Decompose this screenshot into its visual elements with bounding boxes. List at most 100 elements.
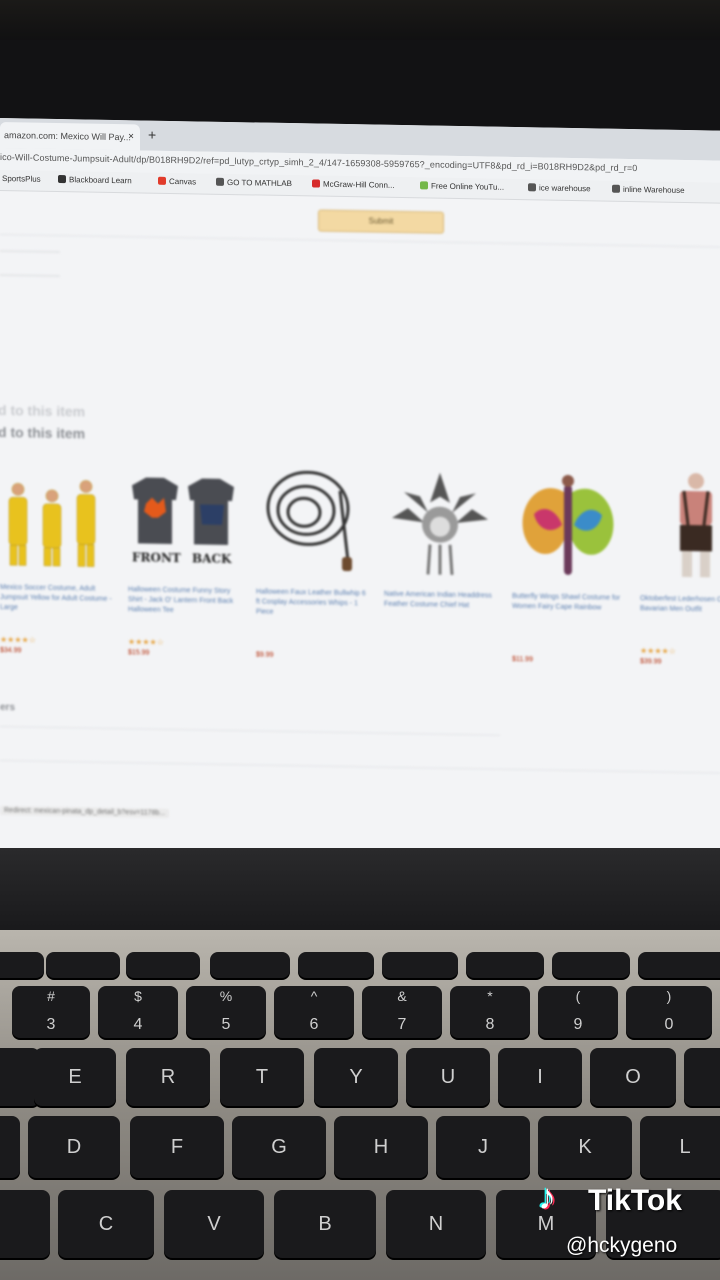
function-key bbox=[0, 952, 44, 978]
product-title[interactable]: Butterfly Wings Shawl Costume for Women … bbox=[512, 592, 624, 614]
key-5: % 5 bbox=[186, 986, 266, 1038]
function-key bbox=[552, 952, 630, 978]
rating-stars: ★★★★☆ bbox=[640, 646, 676, 656]
creator-handle: @hckygeno bbox=[566, 1234, 678, 1257]
divider bbox=[0, 760, 720, 774]
svg-text:BACK: BACK bbox=[192, 551, 232, 566]
key-u: U bbox=[406, 1048, 490, 1106]
key-f: F bbox=[130, 1116, 224, 1178]
function-key bbox=[210, 952, 290, 978]
key-b: B bbox=[274, 1190, 376, 1258]
key-n: N bbox=[386, 1190, 486, 1258]
product-title[interactable]: Halloween Costume Funny Story Shirt - Ja… bbox=[128, 585, 240, 617]
bookmark-mcgraw-hill[interactable]: McGraw-Hill Conn... bbox=[312, 179, 395, 190]
product-title[interactable]: Halloween Faux Leather Bullwhip 6 ft Cos… bbox=[256, 587, 368, 619]
ice-warehouse-icon bbox=[528, 183, 536, 192]
product-title[interactable]: Mexico Soccer Costume, Adult Jumpsuit Ye… bbox=[0, 583, 112, 615]
product-card[interactable]: Oktoberfest Lederhosen Costume Bavarian … bbox=[640, 466, 720, 703]
key-9: (9 bbox=[538, 986, 618, 1038]
rating-stars: ★★★★☆ bbox=[128, 637, 164, 647]
bookmark-ice-warehouse[interactable]: ice warehouse bbox=[528, 183, 591, 193]
key-h: H bbox=[334, 1116, 428, 1178]
section-heading-faint: d to this item bbox=[0, 401, 86, 420]
submit-button[interactable]: Submit bbox=[318, 209, 444, 234]
product-card[interactable]: Mexico Soccer Costume, Adult Jumpsuit Ye… bbox=[0, 455, 112, 692]
key-c: C bbox=[58, 1190, 154, 1258]
youtube-icon bbox=[420, 181, 428, 190]
key-7: & 7 bbox=[362, 986, 442, 1038]
product-price: $34.99 bbox=[0, 647, 22, 655]
key-j: J bbox=[436, 1116, 530, 1178]
blackboard-icon bbox=[58, 175, 66, 184]
key-6: ^ 6 bbox=[274, 986, 354, 1038]
bookmark-blackboard[interactable]: Blackboard Learn bbox=[58, 175, 132, 185]
inline-warehouse-icon bbox=[612, 184, 620, 193]
divider bbox=[0, 726, 500, 736]
feather-headdress-image bbox=[392, 472, 488, 575]
key-s bbox=[0, 1116, 20, 1178]
section-label: ers bbox=[0, 702, 16, 714]
key-k: K bbox=[538, 1116, 632, 1178]
key-g: G bbox=[232, 1116, 326, 1178]
key-8: * 8 bbox=[450, 986, 530, 1038]
function-key bbox=[382, 952, 458, 978]
laptop-hinge bbox=[0, 848, 720, 938]
svg-text:FRONT: FRONT bbox=[132, 550, 181, 565]
bookmark-youtube[interactable]: Free Online YouTu... bbox=[420, 181, 504, 192]
section-heading: d to this item bbox=[0, 423, 86, 442]
function-key bbox=[466, 952, 544, 978]
function-key bbox=[126, 952, 200, 978]
faint-text-line bbox=[0, 274, 60, 278]
product-title[interactable]: Oktoberfest Lederhosen Costume Bavarian … bbox=[640, 594, 720, 616]
tab-title: amazon.com: Mexico Will Pay... bbox=[4, 130, 131, 143]
tiktok-wordmark: TikTok bbox=[588, 1184, 682, 1217]
tab-close-icon[interactable]: × bbox=[128, 124, 134, 150]
key-e: E bbox=[34, 1048, 116, 1106]
product-price: $39.99 bbox=[640, 658, 662, 666]
laptop-screen: amazon.com: Mexico Will Pay... × + ico-W… bbox=[0, 118, 720, 861]
product-card[interactable]: Native American Indian Headdress Feather… bbox=[384, 462, 496, 699]
new-tab-icon[interactable]: + bbox=[148, 127, 156, 143]
bookmark-sportsplus[interactable]: SportsPlus bbox=[2, 174, 41, 184]
product-price: $15.99 bbox=[128, 649, 150, 657]
function-key bbox=[46, 952, 120, 978]
key-y: Y bbox=[314, 1048, 398, 1106]
mathlab-icon bbox=[216, 177, 224, 186]
faint-text-line bbox=[0, 250, 60, 254]
product-card[interactable]: FRONT BACK Halloween Costume Funny Story… bbox=[128, 457, 240, 694]
mcgraw-hill-icon bbox=[312, 179, 320, 188]
laptop-keyboard: #3 $4 % 5 ^ 6 & 7 * 8 (9 ) 0 E R T Y U I O D … bbox=[0, 930, 720, 1280]
key-d: D bbox=[28, 1116, 120, 1178]
product-card[interactable]: Halloween Faux Leather Bullwhip 6 ft Cos… bbox=[256, 459, 368, 696]
bookmark-mathlab[interactable]: GO TO MATHLAB bbox=[216, 177, 292, 188]
product-title[interactable]: Native American Indian Headdress Feather… bbox=[384, 590, 496, 612]
function-key bbox=[298, 952, 374, 978]
key-3: #3 bbox=[12, 986, 90, 1038]
key-v: V bbox=[164, 1190, 264, 1258]
bookmark-canvas[interactable]: Canvas bbox=[158, 176, 196, 186]
butterfly-wings-image bbox=[522, 474, 614, 575]
costume-jumpsuit-image bbox=[8, 480, 96, 567]
bookmark-inline-warehouse[interactable]: inline Warehouse bbox=[612, 184, 685, 195]
key-r: R bbox=[126, 1048, 210, 1106]
key-4: $4 bbox=[98, 986, 178, 1038]
status-bar-url: Redirect: mexican-pinata_dp_detail_b?esv… bbox=[0, 806, 170, 818]
page-content: Submit d to this item d to this item Mex… bbox=[0, 190, 720, 843]
tshirt-front-back-image: FRONT BACK bbox=[132, 477, 234, 566]
key-0: ) 0 bbox=[626, 986, 712, 1038]
key-o: O bbox=[590, 1048, 676, 1106]
product-price: $11.99 bbox=[512, 655, 533, 664]
key-l: L bbox=[640, 1116, 720, 1178]
product-card[interactable]: Butterfly Wings Shawl Costume for Women … bbox=[512, 464, 624, 701]
tiktok-note-icon: ♪ bbox=[538, 1176, 556, 1217]
rating-stars: ★★★★☆ bbox=[0, 635, 36, 645]
key-i: I bbox=[498, 1048, 582, 1106]
function-key bbox=[638, 952, 720, 978]
key-t: T bbox=[220, 1048, 304, 1106]
browser-tab[interactable]: amazon.com: Mexico Will Pay... × bbox=[0, 122, 140, 151]
lederhosen-costume-image bbox=[680, 473, 712, 578]
canvas-icon bbox=[158, 176, 166, 185]
divider bbox=[0, 234, 720, 248]
key-x bbox=[0, 1190, 50, 1258]
product-price: $9.99 bbox=[256, 651, 274, 659]
